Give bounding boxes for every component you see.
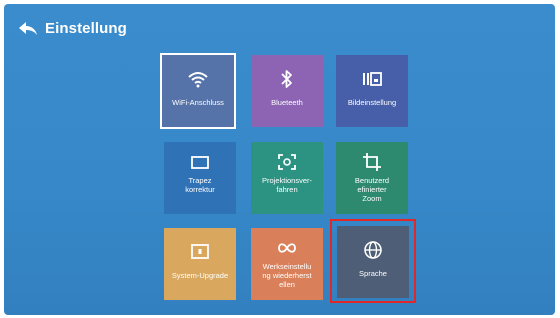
tile-keystone[interactable]: Trapez korrektur: [164, 142, 236, 214]
system-upgrade-icon: [190, 240, 210, 264]
projection-icon: [277, 150, 297, 174]
settings-screen: Einstellung WiFi-Anschluss Blueteeth Bil…: [4, 4, 555, 315]
tile-factory-reset[interactable]: Werkseinstellu ng wiederherst ellen: [251, 228, 323, 300]
focus-frame: [160, 53, 236, 129]
tile-label: Trapez korrektur: [185, 176, 215, 194]
tile-picture-settings[interactable]: Bildeinstellung: [336, 55, 408, 127]
picture-settings-icon: [362, 67, 382, 91]
tile-system-upgrade[interactable]: System-Upgrade: [164, 228, 236, 300]
tile-custom-zoom[interactable]: Benutzerd efinierter Zoom: [336, 142, 408, 214]
reset-infinity-icon: [276, 236, 298, 260]
crop-zoom-icon: [362, 150, 382, 174]
keystone-icon: [190, 150, 210, 174]
tile-label: Blueteeth: [271, 98, 303, 107]
tile-label: Bildeinstellung: [347, 98, 397, 107]
tile-label: System-Upgrade: [171, 271, 229, 280]
tile-projection[interactable]: Projektionsver- fahren: [251, 142, 323, 214]
bluetooth-icon: [280, 67, 294, 91]
tile-bluetooth[interactable]: Blueteeth: [251, 55, 323, 127]
header: Einstellung: [18, 20, 127, 37]
tile-label: Projektionsver- fahren: [261, 176, 313, 194]
back-arrow-icon[interactable]: [18, 21, 38, 37]
page-title: Einstellung: [45, 20, 127, 37]
tile-label: Werkseinstellu ng wiederherst ellen: [262, 262, 312, 289]
selection-highlight: [330, 219, 416, 303]
tile-label: Benutzerd efinierter Zoom: [354, 176, 390, 203]
